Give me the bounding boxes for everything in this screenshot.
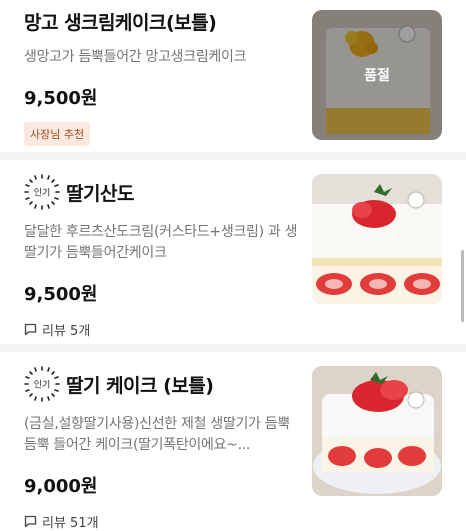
item-price: 9,500원 [24,284,98,305]
strawberry-cake-image [312,366,442,496]
badge-text: 인기 [34,188,51,199]
review-count[interactable]: 리뷰 5개 [24,320,299,339]
strawberry-sando-image [312,174,442,304]
item-thumbnail[interactable] [312,366,442,496]
popular-badge-icon: 인기 [24,174,60,210]
speech-bubble-icon [24,515,37,528]
review-count-label: 리뷰 5개 [42,324,91,339]
item-title: 딸기 케이크 (보틀) [66,374,214,397]
scrollbar-thumb[interactable] [461,250,464,322]
speech-bubble-icon [24,323,37,336]
item-description: (금실,설향딸기사용)신선한 제철 생딸기가 듬뿍듬뿍 들어간 케이크(딸기폭탄… [24,416,290,453]
soldout-overlay: 품절 [312,10,442,140]
menu-item-mango-cake[interactable]: 망고 생크림케이크(보틀) 생망고가 듬뿍들어간 망고생크림케이크 9,500원… [0,0,466,148]
item-description: 생망고가 듬뿍들어간 망고생크림케이크 [24,49,247,65]
popular-badge-icon: 인기 [24,366,60,402]
item-thumbnail[interactable] [312,174,442,304]
item-title: 딸기산도 [66,182,134,205]
menu-item-strawberry-cake-bottle[interactable]: 인기 딸기 케이크 (보틀) (금실,설향딸기사용)신선한 제철 생딸기가 듬뿍… [0,352,466,531]
badge-text: 인기 [34,380,51,391]
soldout-label: 품절 [364,68,390,84]
section-divider [0,344,466,352]
item-price: 9,500원 [24,88,98,109]
review-count[interactable]: 리뷰 51개 [24,512,299,531]
review-count-label: 리뷰 51개 [42,516,99,531]
item-thumbnail[interactable]: 품절 [312,10,442,140]
item-price: 9,000원 [24,476,98,497]
menu-item-strawberry-sando[interactable]: 인기 딸기산도 달달한 후르츠산도크림(커스타드+생크림) 과 생딸기가 듬뿍들… [0,160,466,344]
section-divider [0,152,466,160]
item-title: 망고 생크림케이크(보틀) [24,12,217,34]
owner-recommend-tag: 사장님 추천 [24,122,91,146]
item-description: 달달한 후르츠산도크림(커스타드+생크림) 과 생딸기가 듬뿍들어간케이크 [24,224,298,261]
